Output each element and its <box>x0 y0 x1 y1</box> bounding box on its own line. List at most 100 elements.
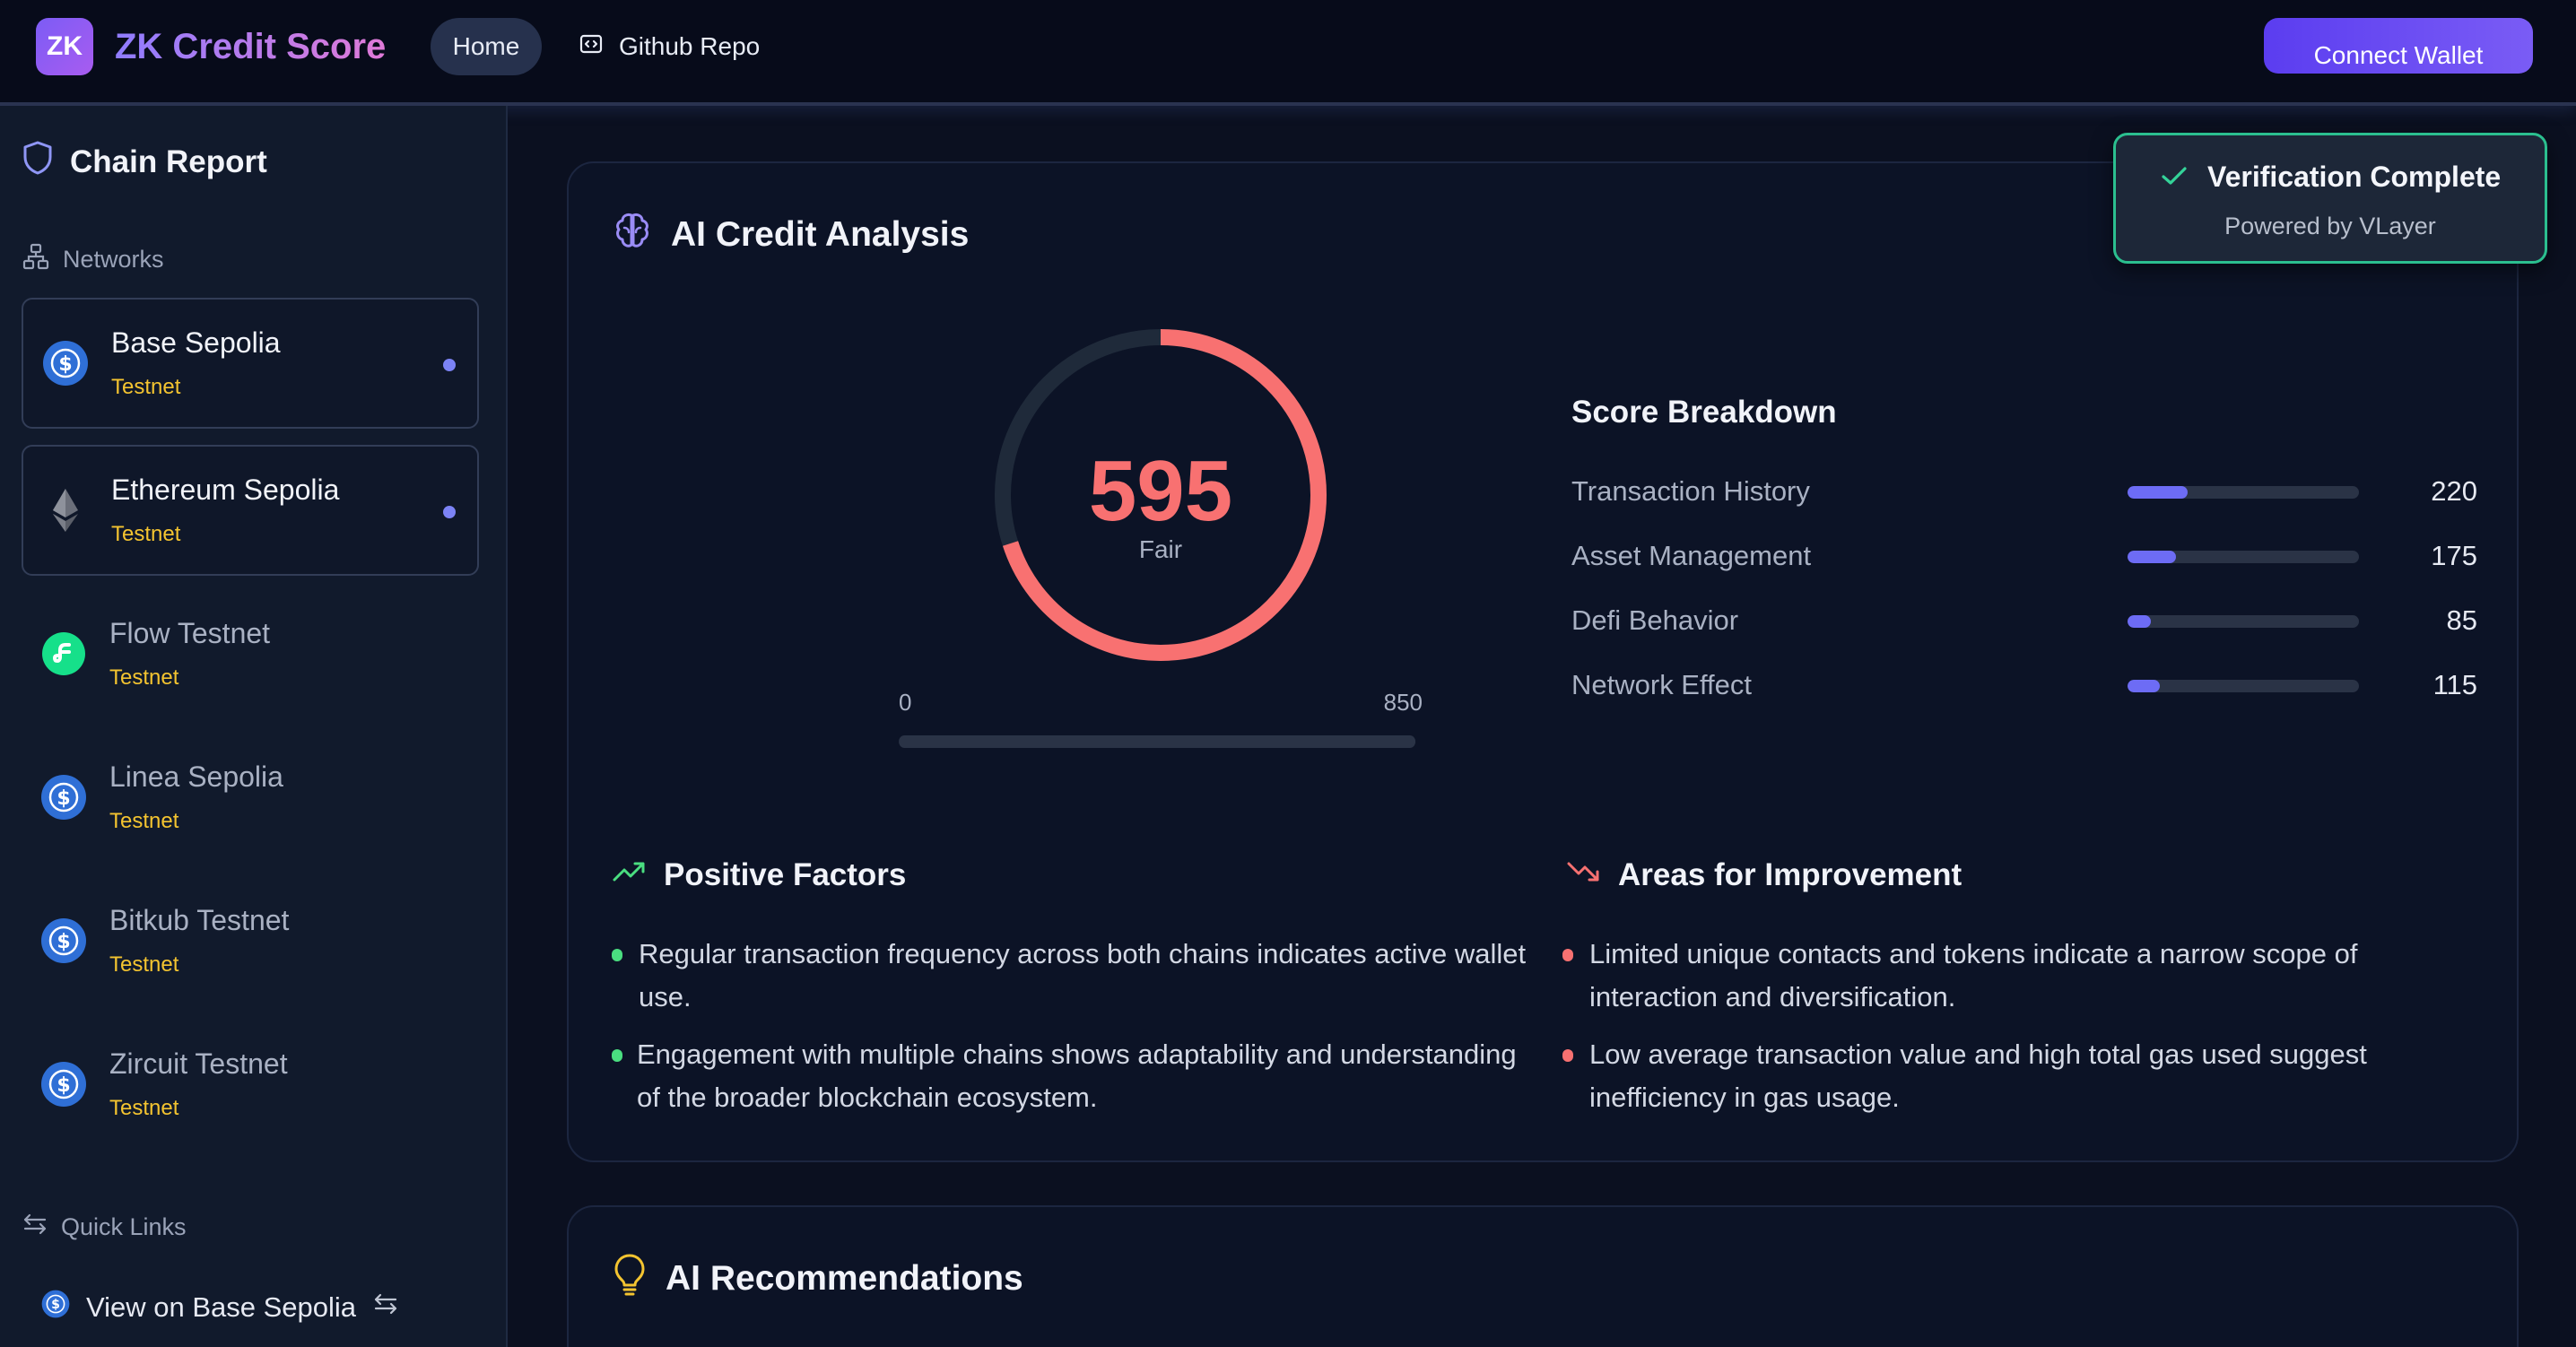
positive-factor-text: Engagement with multiple chains shows ad… <box>637 1038 1517 1113</box>
breakdown-fill <box>2128 486 2189 499</box>
breakdown-track <box>2128 680 2359 692</box>
breakdown-track <box>2128 551 2359 563</box>
lightbulb-icon <box>612 1252 648 1306</box>
breakdown-fill <box>2128 551 2177 563</box>
sidebar-item-ethereum-sepolia[interactable]: Ethereum Sepolia Testnet <box>22 445 479 576</box>
network-tag: Testnet <box>111 522 181 546</box>
quick-link-label: View on Base Sepolia <box>86 1291 357 1323</box>
sidebar-title: Chain Report <box>22 140 267 184</box>
score-breakdown-label: Score Breakdown <box>1571 395 1837 430</box>
breakdown-track <box>2128 615 2359 628</box>
recommendations-label: AI Recommendations <box>666 1259 1023 1298</box>
network-name: Zircuit Testnet <box>109 1047 288 1080</box>
breakdown-fill <box>2128 615 2151 628</box>
bullet-dot <box>612 949 622 961</box>
score-value: 595 <box>1089 443 1232 539</box>
network-tag: Testnet <box>109 952 179 977</box>
positive-factor-item: Engagement with multiple chains shows ad… <box>612 1033 1525 1119</box>
check-icon <box>2161 161 2188 194</box>
sidebar-item-zircuit-testnet[interactable]: $ Zircuit Testnet Testnet <box>22 1021 479 1151</box>
improvement-text: Low average transaction value and high t… <box>1589 1038 2367 1113</box>
range-min-label: 0 <box>899 689 911 716</box>
sidebar-item-flow-testnet[interactable]: Flow Testnet Testnet <box>22 590 479 721</box>
bullet-dot <box>1562 1049 1573 1062</box>
positive-factors-title: Positive Factors <box>612 857 906 893</box>
shield-icon <box>22 140 54 184</box>
positive-factors-label: Positive Factors <box>664 857 907 892</box>
score-rating: Fair <box>1139 535 1182 563</box>
network-name: Base Sepolia <box>111 326 281 359</box>
breakdown-label: Defi Behavior <box>1571 604 1739 636</box>
quick-links-section-label: Quick Links <box>22 1211 187 1244</box>
svg-text:$: $ <box>57 1074 70 1097</box>
network-name: Ethereum Sepolia <box>111 474 340 506</box>
usdc-icon: $ <box>43 341 88 386</box>
connect-wallet-button[interactable]: Connect Wallet <box>2264 18 2533 74</box>
app-title[interactable]: ZK Credit Score <box>115 23 386 70</box>
sidebar-item-linea-sepolia[interactable]: $ Linea Sepolia Testnet <box>22 734 479 865</box>
network-tag: Testnet <box>109 809 179 833</box>
sidebar: Chain Report Networks $ Base Sepolia Tes… <box>0 106 508 1347</box>
sidebar-item-base-sepolia[interactable]: $ Base Sepolia Testnet <box>22 298 479 429</box>
nav-github-link[interactable]: Github Repo <box>579 18 760 75</box>
breakdown-fill <box>2128 680 2161 692</box>
usdc-icon: $ <box>41 918 86 963</box>
improvement-item: Limited unique contacts and tokens indic… <box>1562 933 2486 1019</box>
improvement-text: Limited unique contacts and tokens indic… <box>1589 938 2358 1012</box>
breakdown-row-asset-management: Asset Management 175 <box>1571 538 2477 574</box>
network-tag: Testnet <box>109 665 179 690</box>
breakdown-row-network-effect: Network Effect 115 <box>1571 667 2477 703</box>
networks-section-label: Networks <box>22 242 164 277</box>
improvement-item: Low average transaction value and high t… <box>1562 1033 2486 1119</box>
score-breakdown-title: Score Breakdown <box>1571 395 1837 430</box>
sidebar-title-label: Chain Report <box>70 143 267 179</box>
code-icon <box>579 32 603 62</box>
credit-analysis-card: AI Credit Analysis 595 Fair 0 850 Score … <box>567 161 2519 1162</box>
usdc-icon: $ <box>41 1290 70 1325</box>
bullet-dot <box>612 1049 622 1062</box>
svg-text:$: $ <box>57 931 70 953</box>
range-max-label: 850 <box>1384 689 1423 716</box>
breakdown-track <box>2128 486 2359 499</box>
active-indicator <box>443 506 456 518</box>
bullet-dot <box>1562 949 1573 961</box>
quick-link-base-sepolia[interactable]: $ View on Base Sepolia <box>41 1290 399 1325</box>
trending-up-icon <box>612 857 648 893</box>
credit-analysis-label: AI Credit Analysis <box>671 215 970 254</box>
top-nav-bar: ZK ZK Credit Score Home Github Repo Conn… <box>0 0 2576 106</box>
positive-factor-item: Regular transaction frequency across bot… <box>612 933 1527 1019</box>
breakdown-value: 175 <box>2431 540 2477 571</box>
network-name: Flow Testnet <box>109 617 271 649</box>
usdc-icon: $ <box>41 1062 86 1107</box>
network-tag: Testnet <box>109 1096 179 1120</box>
toast-title: Verification Complete <box>2161 161 2501 194</box>
arrows-exchange-icon <box>22 1211 48 1244</box>
improvement-title: Areas for Improvement <box>1566 857 1962 893</box>
breakdown-label: Asset Management <box>1571 540 1812 571</box>
networks-label: Networks <box>63 246 164 273</box>
recommendations-card: AI Recommendations <box>567 1205 2519 1347</box>
svg-text:$: $ <box>58 353 72 376</box>
breakdown-label: Network Effect <box>1571 669 1753 700</box>
quick-links-label: Quick Links <box>61 1213 187 1240</box>
network-name: Linea Sepolia <box>109 760 283 793</box>
toast-subtitle: Powered by VLayer <box>2224 213 2436 239</box>
breakdown-row-defi-behavior: Defi Behavior 85 <box>1571 603 2477 639</box>
nav-home-link[interactable]: Home <box>431 18 542 75</box>
network-name: Bitkub Testnet <box>109 904 290 936</box>
breakdown-row-transaction-history: Transaction History 220 <box>1571 474 2477 509</box>
credit-analysis-title: AI Credit Analysis <box>612 210 969 260</box>
verification-toast[interactable]: Verification Complete Powered by VLayer <box>2113 133 2547 264</box>
app-logo[interactable]: ZK <box>36 18 93 75</box>
sidebar-item-bitkub-testnet[interactable]: $ Bitkub Testnet Testnet <box>22 877 479 1008</box>
usdc-icon: $ <box>41 775 86 820</box>
svg-text:$: $ <box>51 1298 60 1312</box>
positive-factor-text: Regular transaction frequency across bot… <box>639 938 1527 1012</box>
improvement-label: Areas for Improvement <box>1618 857 1962 892</box>
range-track <box>899 735 1416 748</box>
network-icon <box>22 242 50 277</box>
arrows-exchange-icon <box>372 1291 399 1325</box>
breakdown-value: 220 <box>2431 475 2477 507</box>
breakdown-value: 115 <box>2432 669 2477 700</box>
svg-text:$: $ <box>57 787 70 810</box>
